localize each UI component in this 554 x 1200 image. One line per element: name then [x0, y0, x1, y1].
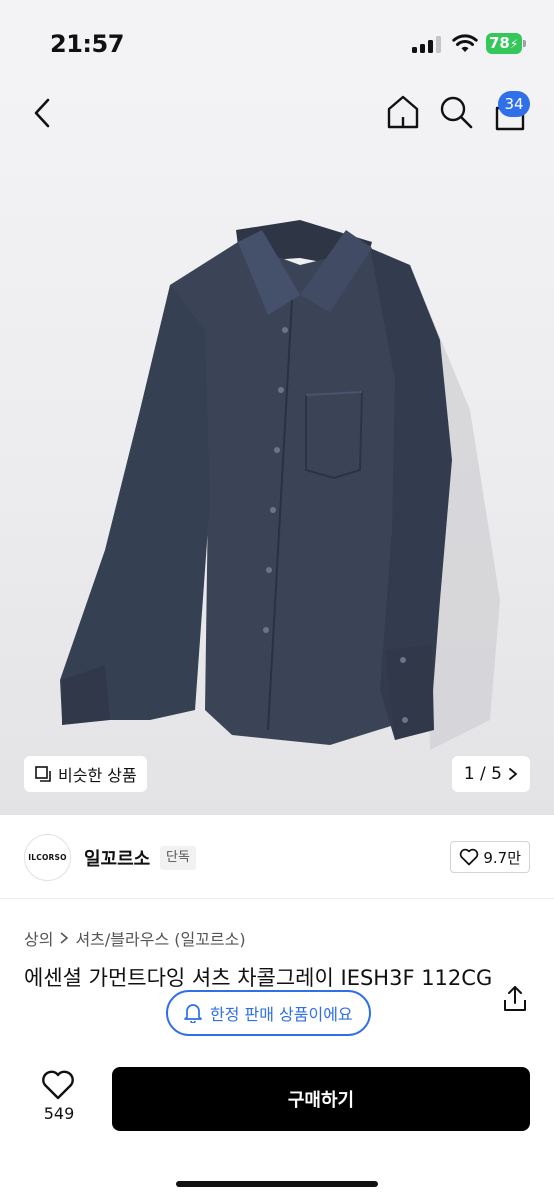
battery-icon: 78⚡ [486, 33, 522, 54]
breadcrumb-subcategory[interactable]: 셔츠/블라우스 (일꼬르소) [75, 926, 245, 950]
brand-like-button[interactable]: 9.7만 [450, 841, 530, 873]
brand-name[interactable]: 일꼬르소 [84, 845, 150, 871]
battery-cap [523, 40, 526, 47]
bell-icon [184, 1004, 202, 1023]
breadcrumb-category[interactable]: 상의 [24, 926, 53, 950]
exclusive-badge: 단독 [160, 846, 196, 870]
chevron-right-icon [509, 768, 518, 780]
back-arrow-icon[interactable] [28, 96, 58, 130]
similar-products-label: 비슷한 상품 [58, 766, 137, 785]
cellular-signal-icon [412, 36, 442, 53]
cart-count-badge: 34 [498, 91, 530, 117]
similar-products-button[interactable]: 비슷한 상품 [24, 756, 147, 792]
buy-button[interactable]: 구매하기 [112, 1067, 530, 1131]
limited-sale-toast: 한정 판매 상품이에요 [166, 990, 371, 1036]
product-image-gallery[interactable] [0, 80, 554, 815]
home-icon[interactable] [385, 93, 421, 131]
home-indicator [176, 1181, 378, 1187]
limited-sale-text: 한정 판매 상품이에요 [210, 1005, 353, 1024]
brand-logo-text: ILCORSO [28, 853, 67, 862]
brand-logo[interactable]: ILCORSO [24, 834, 71, 881]
chevron-right-icon [60, 932, 69, 944]
status-bar: 21:57 78⚡ [0, 0, 554, 80]
wifi-icon [452, 34, 478, 52]
battery-level: 78 [489, 34, 510, 52]
status-time: 21:57 [50, 30, 124, 58]
brand-like-count: 9.7만 [483, 848, 521, 867]
copy-icon [35, 766, 51, 782]
heart-icon[interactable] [40, 1068, 76, 1102]
product-like-count: 549 [43, 1104, 75, 1123]
product-photo [60, 220, 500, 750]
search-icon[interactable] [438, 94, 474, 130]
breadcrumb: 상의 셔츠/블라우스 (일꼬르소) [24, 926, 246, 950]
divider [0, 898, 554, 899]
image-pager[interactable]: 1 / 5 [451, 756, 530, 792]
share-icon[interactable] [500, 984, 530, 1014]
pager-text: 1 / 5 [463, 764, 502, 784]
heart-icon [460, 848, 479, 866]
